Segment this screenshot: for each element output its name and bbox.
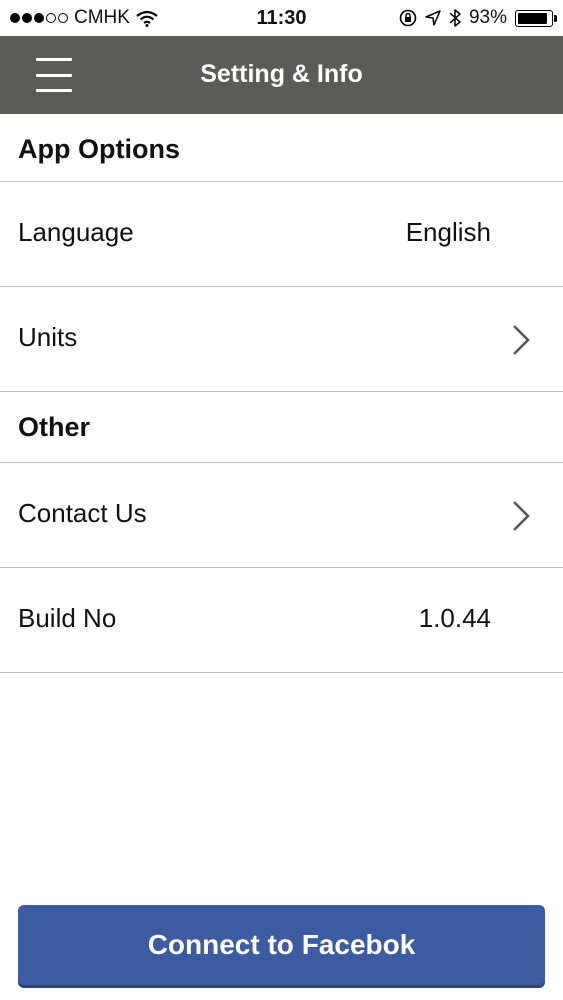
- build-number-row: Build No 1.0.44: [0, 568, 563, 673]
- chevron-right-icon: [513, 501, 530, 531]
- build-number-label: Build No: [18, 603, 117, 633]
- status-bar: CMHK 11:30 93%: [0, 0, 563, 36]
- chevron-right-icon: [513, 325, 530, 355]
- status-bar-right: 93%: [399, 7, 557, 29]
- units-label: Units: [18, 322, 78, 352]
- section-header-app-options: App Options: [0, 114, 563, 182]
- language-value: English: [405, 217, 491, 247]
- orientation-lock-icon: [399, 9, 417, 27]
- location-arrow-icon: [425, 10, 441, 26]
- language-label: Language: [18, 217, 134, 247]
- battery-percent: 93%: [468, 7, 507, 28]
- navigation-bar: Setting & Info: [0, 36, 563, 114]
- section-header-other: Other: [0, 392, 563, 463]
- contact-us-label: Contact Us: [18, 498, 147, 528]
- connect-facebook-button[interactable]: Connect to Facebok: [18, 905, 545, 985]
- build-number-value: 1.0.44: [418, 603, 491, 633]
- contact-us-row[interactable]: Contact Us: [0, 463, 563, 568]
- bluetooth-icon: [449, 9, 461, 27]
- battery-icon: [515, 9, 557, 27]
- units-row[interactable]: Units: [0, 287, 563, 392]
- page-title: Setting & Info: [200, 60, 363, 88]
- settings-list: App Options Language English Units Other…: [0, 114, 563, 673]
- language-row[interactable]: Language English: [0, 182, 563, 287]
- battery-level: [518, 12, 547, 24]
